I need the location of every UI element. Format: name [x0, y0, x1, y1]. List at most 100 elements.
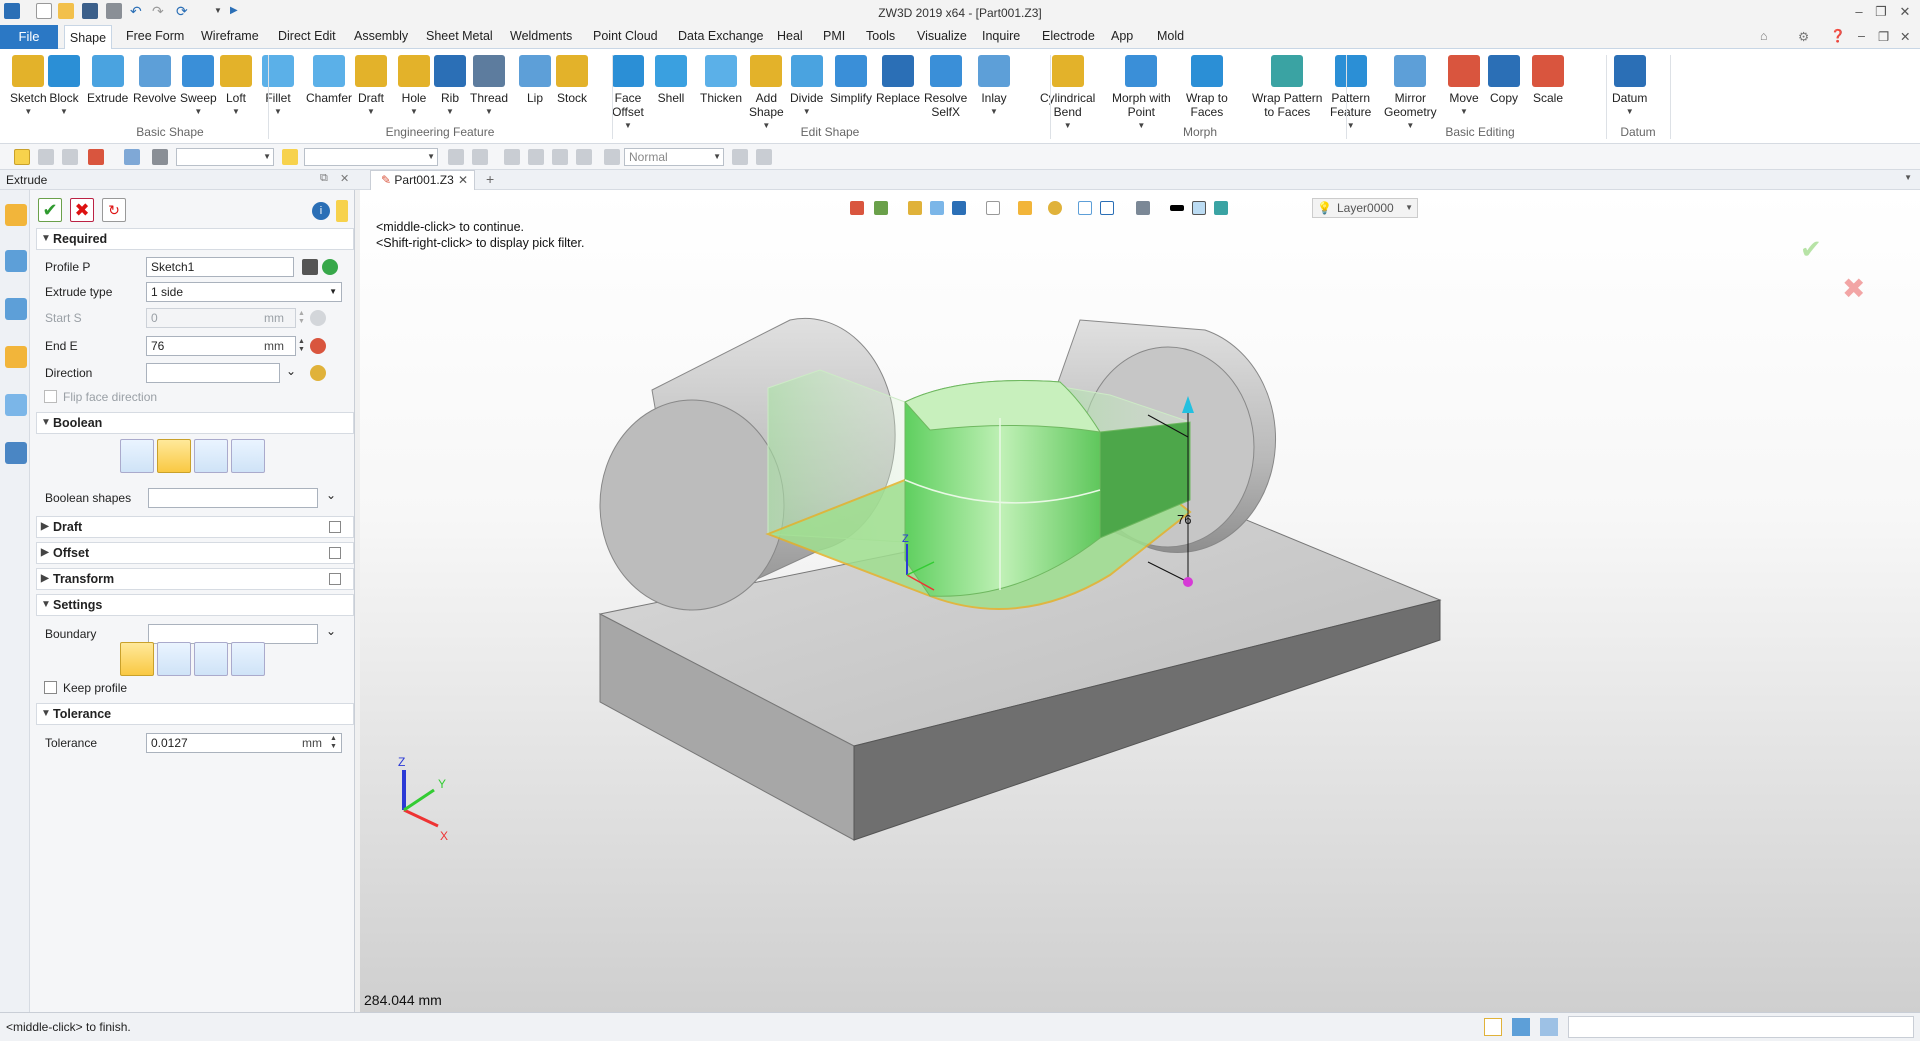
- tab-close-icon[interactable]: ✕: [458, 171, 468, 189]
- mode-combo[interactable]: Normal ▼: [624, 148, 724, 166]
- profile-input[interactable]: Sketch1: [146, 257, 294, 277]
- minimize-button[interactable]: –: [1848, 2, 1870, 22]
- doc-close-button[interactable]: ✕: [1900, 29, 1910, 44]
- collapse-ribbon-icon[interactable]: ⌂: [1760, 29, 1768, 43]
- ribbon-shell-button[interactable]: Shell: [655, 55, 687, 105]
- section-transform[interactable]: ▶ Transform: [36, 568, 354, 590]
- dropdown-arrow-icon[interactable]: ▼: [220, 105, 252, 119]
- model-view[interactable]: 76 Z Z X Y: [360, 190, 1920, 1012]
- flip-face-checkbox[interactable]: [44, 390, 57, 403]
- ribbon-rib-button[interactable]: Rib ▼: [434, 55, 466, 119]
- assembly-manager-icon[interactable]: [5, 298, 27, 320]
- graphics-viewport[interactable]: <middle-click> to continue. <Shift-right…: [360, 190, 1920, 1012]
- user-manager-icon[interactable]: [5, 442, 27, 464]
- tool-a-icon[interactable]: [732, 149, 748, 165]
- boolean-base-button[interactable]: [120, 439, 154, 473]
- status-grid-icon[interactable]: [1540, 1018, 1558, 1036]
- section-required[interactable]: ▼ Required: [36, 228, 354, 250]
- group-icon[interactable]: [552, 149, 568, 165]
- ribbon-wrap-pattern-button[interactable]: Wrap Pattern to Faces: [1252, 55, 1322, 119]
- menu-point-cloud[interactable]: Point Cloud: [593, 29, 658, 43]
- history-manager-icon[interactable]: [5, 250, 27, 272]
- direction-input[interactable]: [146, 363, 280, 383]
- filter-toggle-icon[interactable]: [282, 149, 298, 165]
- settings-mode3-button[interactable]: [194, 642, 228, 676]
- settings-mode4-button[interactable]: [231, 642, 265, 676]
- menu-app[interactable]: App: [1111, 29, 1133, 43]
- ribbon-morph-point-button[interactable]: Morph with Point ▼: [1112, 55, 1171, 133]
- pick-pointer-icon[interactable]: [14, 149, 30, 165]
- ribbon-simplify-button[interactable]: Simplify: [830, 55, 872, 105]
- profile-pick-icon[interactable]: [302, 259, 318, 275]
- boolean-intersect-button[interactable]: [231, 439, 265, 473]
- offset-checkbox[interactable]: [329, 547, 341, 559]
- ribbon-face-offset-button[interactable]: Face Offset ▼: [612, 55, 644, 133]
- filter-combo[interactable]: ▼: [176, 148, 274, 166]
- dropdown-arrow-icon[interactable]: ▼: [978, 105, 1010, 119]
- ribbon-hole-button[interactable]: Hole ▼: [398, 55, 430, 119]
- ribbon-extrude-button[interactable]: Extrude: [87, 55, 128, 105]
- status-monitor-icon[interactable]: [1512, 1018, 1530, 1036]
- feature-manager-icon[interactable]: [5, 204, 27, 226]
- menu-data-exchange[interactable]: Data Exchange: [678, 29, 763, 43]
- ribbon-datum-button[interactable]: Datum ▼: [1612, 55, 1647, 119]
- status-tree-icon[interactable]: [1484, 1018, 1502, 1036]
- distribute-icon[interactable]: [472, 149, 488, 165]
- boolean-add-button[interactable]: [157, 439, 191, 473]
- ok-button[interactable]: ✔: [38, 198, 62, 222]
- ribbon-resolve-selfx-button[interactable]: Resolve SelfX: [924, 55, 967, 119]
- menu-tools[interactable]: Tools: [866, 29, 895, 43]
- menu-mold[interactable]: Mold: [1157, 29, 1184, 43]
- transform-checkbox[interactable]: [329, 573, 341, 585]
- part-manager-icon[interactable]: [5, 346, 27, 368]
- boolean-shapes-expand-icon[interactable]: ⌄: [326, 488, 336, 502]
- extrude-type-select[interactable]: 1 side ▼: [146, 282, 342, 302]
- section-settings[interactable]: ▼ Settings: [36, 594, 354, 616]
- ribbon-divide-button[interactable]: Divide ▼: [790, 55, 823, 119]
- dropdown-arrow-icon[interactable]: ▼: [470, 105, 508, 119]
- ribbon-replace-button[interactable]: Replace: [876, 55, 920, 105]
- settings-mode1-button[interactable]: [120, 642, 154, 676]
- ribbon-add-shape-button[interactable]: Add Shape ▼: [749, 55, 784, 133]
- ribbon-thicken-button[interactable]: Thicken: [700, 55, 742, 105]
- boolean-shapes-input[interactable]: [148, 488, 318, 508]
- boolean-remove-button[interactable]: [194, 439, 228, 473]
- dropdown-arrow-icon[interactable]: ▼: [1448, 105, 1480, 119]
- info-icon[interactable]: i: [312, 202, 330, 220]
- ribbon-mirror-geometry-button[interactable]: Mirror Geometry ▼: [1384, 55, 1437, 133]
- ribbon-wrap-faces-button[interactable]: Wrap to Faces: [1186, 55, 1228, 119]
- snap-icon[interactable]: [88, 149, 104, 165]
- tool-b-icon[interactable]: [756, 149, 772, 165]
- boundary-expand-icon[interactable]: ⌄: [326, 624, 336, 638]
- section-offset[interactable]: ▶ Offset: [36, 542, 354, 564]
- start-measure-icon[interactable]: [310, 310, 326, 326]
- dropdown-arrow-icon[interactable]: ▼: [1040, 119, 1095, 133]
- menu-direct-edit[interactable]: Direct Edit: [278, 29, 336, 43]
- ribbon-block-button[interactable]: Block ▼: [48, 55, 80, 119]
- file-menu[interactable]: File: [0, 25, 58, 49]
- ribbon-loft-button[interactable]: Loft ▼: [220, 55, 252, 119]
- section-boolean[interactable]: ▼ Boolean: [36, 412, 354, 434]
- dropdown-arrow-icon[interactable]: ▼: [434, 105, 466, 119]
- dropdown-arrow-icon[interactable]: ▼: [10, 105, 47, 119]
- dropdown-arrow-icon[interactable]: ▼: [398, 105, 430, 119]
- boundary-input[interactable]: [148, 624, 318, 644]
- menu-pmi[interactable]: PMI: [823, 29, 845, 43]
- menu-inquire[interactable]: Inquire: [982, 29, 1020, 43]
- history-icon[interactable]: [152, 149, 168, 165]
- draft-checkbox[interactable]: [329, 521, 341, 533]
- dropdown-arrow-icon[interactable]: ▼: [180, 105, 217, 119]
- command-input[interactable]: [1568, 1016, 1914, 1038]
- direction-pick-icon[interactable]: [310, 365, 326, 381]
- tab-part001[interactable]: ✎ Part001.Z3 ✕: [370, 170, 475, 190]
- settings-mode2-button[interactable]: [157, 642, 191, 676]
- ribbon-fillet-button[interactable]: Fillet ▼: [262, 55, 294, 119]
- start-spinner[interactable]: ▲ ▼: [298, 310, 305, 326]
- menu-sheet-metal[interactable]: Sheet Metal: [426, 29, 493, 43]
- new-tab-icon[interactable]: +: [486, 171, 494, 187]
- ribbon-pattern-feature-button[interactable]: Pattern Feature ▼: [1330, 55, 1371, 133]
- menu-visualize[interactable]: Visualize: [917, 29, 967, 43]
- end-spinner[interactable]: ▲ ▼: [298, 338, 305, 354]
- cancel-button[interactable]: ✖: [70, 198, 94, 222]
- ribbon-sketch-button[interactable]: Sketch ▼: [10, 55, 47, 119]
